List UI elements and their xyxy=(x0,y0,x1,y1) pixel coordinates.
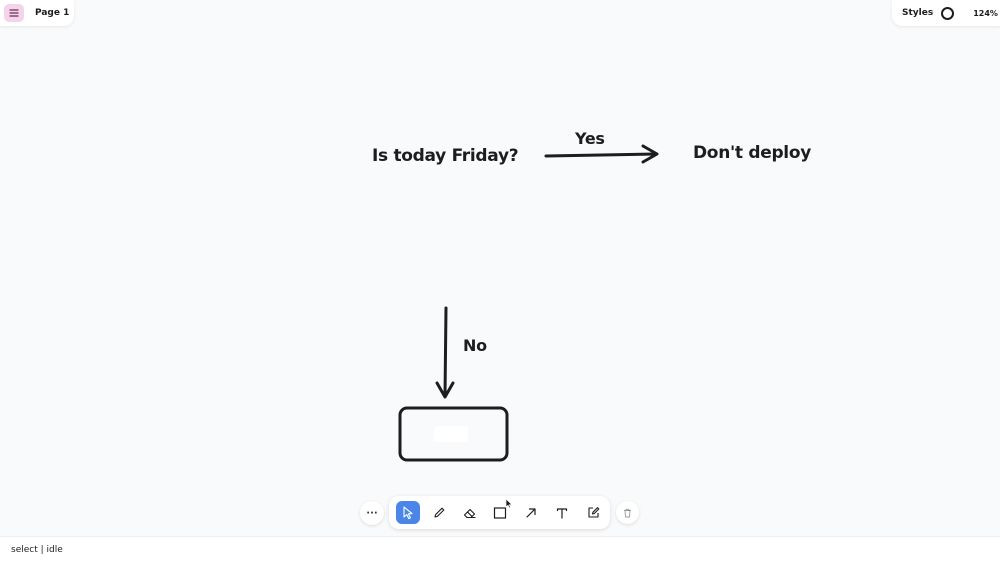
note-edit-icon xyxy=(587,507,599,518)
page-panel: Page 1 xyxy=(0,0,74,26)
styles-button[interactable]: Styles xyxy=(902,8,933,18)
zoom-level[interactable]: 124% xyxy=(973,9,998,18)
select-tool-button[interactable] xyxy=(396,501,420,524)
note-tool-button[interactable] xyxy=(581,501,605,524)
color-swatch-icon[interactable] xyxy=(941,6,955,20)
status-text: select | idle xyxy=(11,545,63,555)
no-label[interactable]: No xyxy=(463,336,487,355)
more-tools-button[interactable]: ··· xyxy=(360,501,384,525)
result-text[interactable]: Don't deploy xyxy=(693,143,811,163)
yes-arrow[interactable] xyxy=(544,144,659,164)
pencil-icon xyxy=(433,507,444,518)
tool-toolbar xyxy=(389,496,610,529)
style-panel: Styles 124% xyxy=(892,0,1000,26)
text-icon xyxy=(556,507,568,519)
canvas-shapes xyxy=(398,144,659,462)
arrow-tool-button[interactable] xyxy=(519,501,543,524)
rectangle-label-placeholder xyxy=(434,426,468,442)
drawing-canvas[interactable]: Is today Friday? Yes Don't deploy No xyxy=(0,0,1000,536)
eraser-tool-button[interactable] xyxy=(458,501,482,524)
hamburger-icon xyxy=(9,9,19,17)
status-bar: select | idle xyxy=(0,536,1000,563)
yes-label[interactable]: Yes xyxy=(575,129,605,148)
text-tool-button[interactable] xyxy=(550,501,574,524)
no-arrow[interactable] xyxy=(435,306,455,399)
cursor-arrow-icon xyxy=(403,505,413,519)
mouse-cursor-icon xyxy=(505,498,513,509)
page-menu-button[interactable]: Page 1 xyxy=(35,8,69,18)
trash-icon xyxy=(624,508,631,517)
question-text[interactable]: Is today Friday? xyxy=(372,146,519,166)
main-menu-button[interactable] xyxy=(4,4,24,22)
arrow-diagonal-icon xyxy=(526,507,536,518)
delete-button[interactable] xyxy=(616,501,639,524)
eraser-icon xyxy=(463,508,476,518)
draw-tool-button[interactable] xyxy=(427,501,451,524)
